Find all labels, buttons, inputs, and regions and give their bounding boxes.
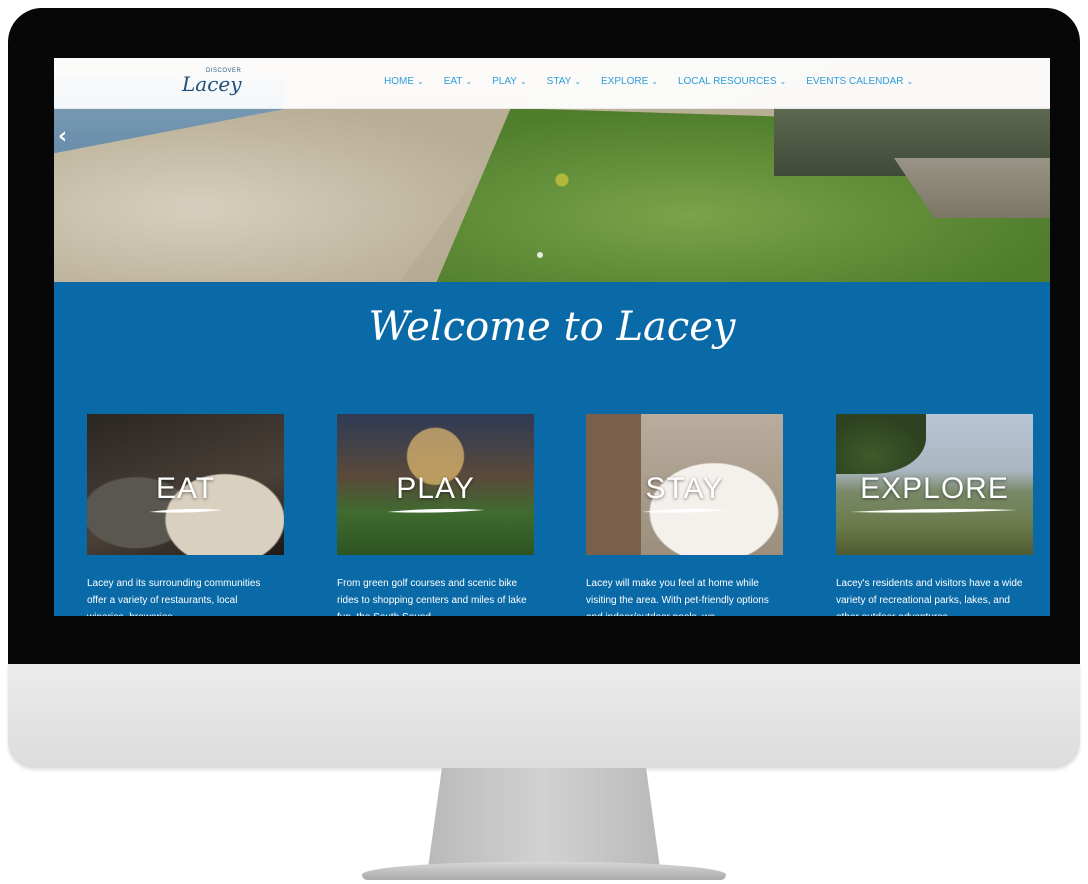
nav-label: EVENTS CALENDAR	[806, 76, 904, 87]
nav-item-stay[interactable]: STAY ⌄	[547, 76, 581, 87]
card-explore: EXPLORE Lacey's residents and visitors h…	[836, 414, 1033, 616]
card-stay: STAY Lacey will make you feel at home wh…	[586, 414, 783, 616]
card-title: PLAY	[396, 472, 475, 505]
welcome-heading: Welcome to Lacey	[368, 304, 736, 350]
monitor-stand	[428, 768, 660, 868]
chevron-down-icon: ⌄	[519, 77, 527, 86]
website-screen: ‹ Discover Lacey HOME ⌄ EAT ⌄ PLAY ⌄ STAY ⌄ …	[54, 58, 1050, 616]
card-explore-image[interactable]: EXPLORE	[836, 414, 1033, 555]
card-title: STAY	[645, 472, 724, 505]
nav-label: EXPLORE	[601, 76, 649, 87]
nav-item-home[interactable]: HOME ⌄	[384, 76, 424, 87]
card-explore-trees	[836, 414, 926, 474]
nav-label: LOCAL RESOURCES	[677, 76, 777, 87]
nav-label: PLAY	[492, 76, 517, 87]
swoosh-underline-icon	[642, 508, 728, 513]
main-menu: HOME ⌄ EAT ⌄ PLAY ⌄ STAY ⌄ EXPLORE ⌄ LOCAL RE…	[384, 76, 933, 87]
nav-label: STAY	[546, 76, 572, 87]
slider-dot[interactable]	[537, 252, 543, 258]
card-description: Lacey's residents and visitors have a wi…	[836, 578, 1023, 616]
top-navigation: Discover Lacey HOME ⌄ EAT ⌄ PLAY ⌄ STAY ⌄ EX…	[54, 58, 1050, 109]
swoosh-underline-icon	[850, 508, 1018, 513]
chevron-down-icon: ⌄	[779, 77, 787, 86]
card-description: Lacey and its surrounding communities of…	[87, 578, 261, 616]
card-stay-image[interactable]: STAY	[586, 414, 783, 555]
card-eat-image[interactable]: EAT	[87, 414, 284, 555]
chevron-down-icon: ⌄	[651, 77, 658, 86]
slider-prev-arrow[interactable]: ‹	[58, 124, 67, 149]
swoosh-underline-icon	[387, 508, 485, 513]
swoosh-underline-icon	[149, 508, 223, 513]
chevron-down-icon: ⌄	[906, 77, 914, 86]
card-description: Lacey will make you feel at home while v…	[586, 578, 769, 616]
card-play-image[interactable]: PLAY	[337, 414, 534, 555]
card-title: EAT	[155, 472, 216, 505]
nav-label: EAT	[443, 76, 463, 87]
nav-item-eat[interactable]: EAT ⌄	[444, 76, 472, 87]
nav-item-play[interactable]: PLAY ⌄	[492, 76, 527, 87]
monitor-stand-base	[362, 862, 726, 880]
logo-wordmark: Lacey	[182, 72, 242, 96]
nav-item-local-resources[interactable]: LOCAL RESOURCES ⌄	[678, 76, 786, 87]
monitor-chin	[8, 664, 1080, 768]
site-logo[interactable]: Discover Lacey	[180, 66, 242, 98]
card-title: EXPLORE	[860, 472, 1009, 505]
chevron-down-icon: ⌄	[417, 77, 424, 86]
nav-item-explore[interactable]: EXPLORE ⌄	[601, 76, 658, 87]
nav-item-events-calendar[interactable]: EVENTS CALENDAR ⌄	[806, 76, 913, 87]
nav-label: HOME	[384, 76, 414, 87]
card-description: From green golf courses and scenic bike …	[337, 578, 527, 616]
chevron-down-icon: ⌄	[465, 77, 473, 86]
card-eat: EAT Lacey and its surrounding communitie…	[87, 414, 284, 616]
card-play: PLAY From green golf courses and scenic …	[337, 414, 534, 616]
chevron-down-icon: ⌄	[574, 77, 582, 86]
